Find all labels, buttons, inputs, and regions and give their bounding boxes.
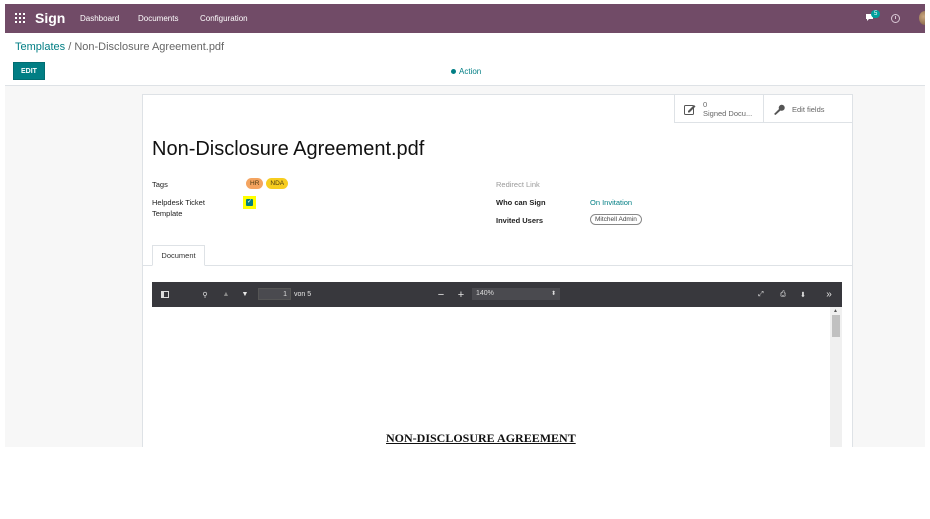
top-navbar: Sign Dashboard Documents Configuration 5 xyxy=(5,4,925,33)
menu-dashboard[interactable]: Dashboard xyxy=(80,14,119,23)
chevron-down-icon: ⬍ xyxy=(550,291,556,297)
pen-square-icon xyxy=(684,104,696,115)
edit-fields-button[interactable]: Edit fields xyxy=(763,95,852,123)
form-sheet: 0 Signed Docu... Edit fields Non-Disclos… xyxy=(142,94,853,447)
signed-label: Signed Docu... xyxy=(703,109,753,118)
page-number-input[interactable] xyxy=(258,288,291,300)
download-icon[interactable]: ⬇ xyxy=(798,282,808,307)
action-label: Action xyxy=(459,67,482,76)
menu-configuration[interactable]: Configuration xyxy=(200,14,248,23)
who-can-sign-label: Who can Sign xyxy=(496,198,546,207)
search-icon[interactable]: ⚲ xyxy=(200,282,210,307)
tags-field[interactable]: HR NDA xyxy=(246,178,289,189)
edit-fields-label: Edit fields xyxy=(792,104,825,114)
gear-icon xyxy=(451,69,456,74)
zoom-value: 140% xyxy=(476,290,494,297)
pdf-scrollbar[interactable]: ▲ xyxy=(830,307,842,447)
stat-button-box: 0 Signed Docu... Edit fields xyxy=(674,95,852,123)
app-brand[interactable]: Sign xyxy=(35,10,65,26)
previous-page-icon[interactable]: ▲ xyxy=(221,282,231,307)
redirect-link-label: Redirect Link xyxy=(496,180,540,189)
zoom-select[interactable]: 140% ⬍ xyxy=(472,288,560,300)
print-icon[interactable]: ⎙ xyxy=(777,282,789,307)
pdf-toolbar: ⚲ ▲ ▼ von 5 − + 140% ⬍ ⤢ ⎙ ⬇ » xyxy=(152,282,842,307)
notebook-tabs: Document xyxy=(143,245,852,266)
apps-grid-icon[interactable] xyxy=(15,13,25,23)
action-menu[interactable]: Action xyxy=(451,67,481,76)
breadcrumb-separator: / xyxy=(65,41,75,53)
clock-icon[interactable] xyxy=(891,14,900,23)
user-avatar[interactable] xyxy=(919,11,925,25)
fullscreen-icon[interactable]: ⤢ xyxy=(756,282,766,307)
page-count: von 5 xyxy=(294,291,312,298)
edit-button[interactable]: EDIT xyxy=(13,62,45,80)
chat-badge: 5 xyxy=(871,10,881,18)
tab-document[interactable]: Document xyxy=(152,245,205,266)
signed-documents-button[interactable]: 0 Signed Docu... xyxy=(674,95,763,123)
wrench-icon xyxy=(774,104,785,115)
tag-hr[interactable]: HR xyxy=(246,178,264,189)
helpdesk-ticket-template-label: Helpdesk Ticket Template xyxy=(152,198,205,218)
scroll-thumb[interactable] xyxy=(832,315,840,337)
helpdesk-checkbox-highlight: ✓ xyxy=(243,196,256,209)
pdf-page: NON-DISCLOSURE AGREEMENT xyxy=(152,307,842,447)
app-window: Sign Dashboard Documents Configuration 5… xyxy=(5,4,925,447)
pdf-document-heading: NON-DISCLOSURE AGREEMENT xyxy=(386,431,576,445)
breadcrumb-templates-link[interactable]: Templates xyxy=(15,41,65,53)
zoom-in-icon[interactable]: + xyxy=(456,282,466,307)
tags-label: Tags xyxy=(152,180,168,189)
tools-icon[interactable]: » xyxy=(823,282,835,307)
breadcrumb: Templates / Non-Disclosure Agreement.pdf xyxy=(15,41,224,53)
menu-documents[interactable]: Documents xyxy=(138,14,178,23)
control-panel: Templates / Non-Disclosure Agreement.pdf… xyxy=(5,33,925,86)
sidebar-toggle-icon[interactable] xyxy=(160,282,170,307)
tag-nda[interactable]: NDA xyxy=(266,178,289,189)
invited-user-tag[interactable]: Mitchell Admin xyxy=(590,214,642,225)
next-page-icon[interactable]: ▼ xyxy=(240,282,250,307)
record-title: Non-Disclosure Agreement.pdf xyxy=(152,138,425,160)
pdf-viewer: ⚲ ▲ ▼ von 5 − + 140% ⬍ ⤢ ⎙ ⬇ » NON-DISCL… xyxy=(152,282,842,447)
who-can-sign-value[interactable]: On Invitation xyxy=(590,198,632,207)
breadcrumb-current: Non-Disclosure Agreement.pdf xyxy=(74,41,225,53)
invited-users-label: Invited Users xyxy=(496,216,544,225)
zoom-out-icon[interactable]: − xyxy=(436,282,446,307)
helpdesk-ticket-template-checkbox[interactable]: ✓ xyxy=(246,199,253,206)
scroll-up-icon[interactable]: ▲ xyxy=(833,308,838,314)
signed-count: 0 xyxy=(703,100,708,109)
